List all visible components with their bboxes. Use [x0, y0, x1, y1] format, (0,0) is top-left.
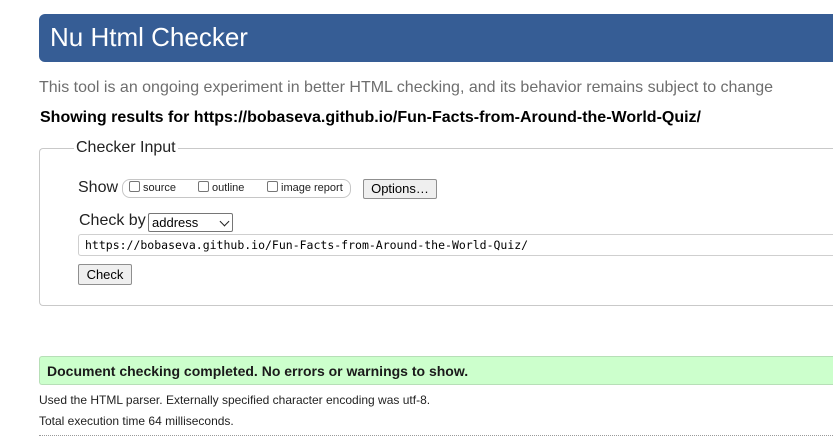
options-button[interactable]: Options… — [363, 179, 437, 199]
check-button[interactable]: Check — [78, 264, 132, 285]
chevron-down-icon — [219, 216, 230, 227]
checkbox-box[interactable] — [267, 180, 278, 192]
show-image-report-checkbox[interactable]: image report — [267, 180, 343, 194]
checkbox-box[interactable] — [198, 180, 209, 192]
check-by-select[interactable]: address — [148, 213, 233, 232]
parser-info: Used the HTML parser. Externally specifi… — [39, 393, 431, 407]
success-message: Document checking completed. No errors o… — [47, 363, 469, 379]
nu-html-checker-page: Nu Html Checker This tool is an ongoing … — [0, 0, 833, 446]
show-outline-label: outline — [212, 182, 245, 194]
success-message-bar: Document checking completed. No errors o… — [39, 356, 833, 385]
results-heading: Showing results for https://bobaseva.git… — [40, 109, 701, 126]
check-by-selected-value: address — [152, 215, 199, 230]
show-outline-checkbox[interactable]: outline — [198, 180, 245, 194]
show-source-checkbox[interactable]: source — [129, 180, 177, 194]
show-source-label: source — [143, 182, 177, 194]
check-by-label: Check by — [79, 212, 146, 229]
checkbox-box[interactable] — [129, 180, 140, 192]
show-label: Show — [78, 179, 119, 196]
execution-time: Total execution time 64 milliseconds. — [39, 414, 234, 428]
tagline: This tool is an ongoing experiment in be… — [39, 79, 774, 96]
show-image-report-label: image report — [281, 182, 343, 194]
checker-input-legend: Checker Input — [74, 139, 178, 157]
header-banner: Nu Html Checker — [39, 14, 833, 62]
divider — [39, 435, 833, 436]
page-title: Nu Html Checker — [50, 22, 248, 52]
url-input[interactable]: https://bobaseva.github.io/Fun-Facts-fro… — [78, 234, 833, 256]
